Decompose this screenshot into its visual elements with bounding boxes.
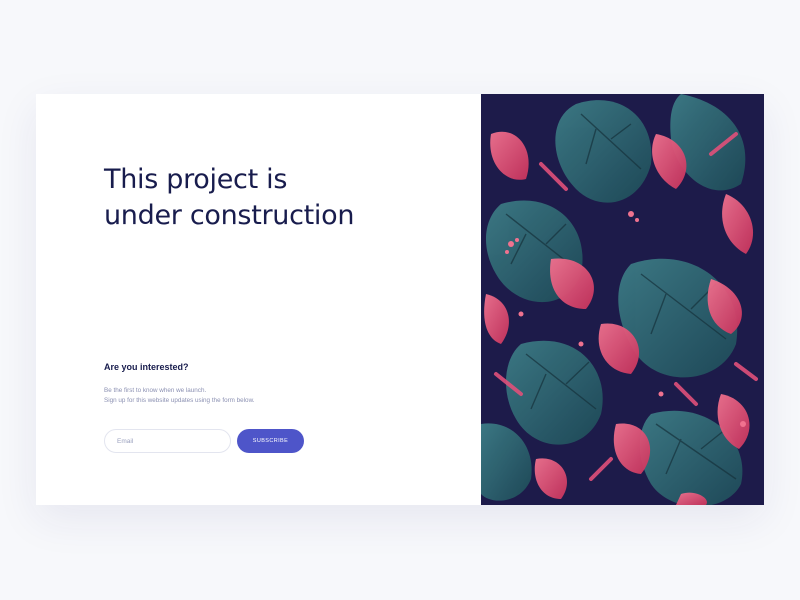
email-input[interactable] <box>104 429 231 453</box>
tropical-leaf-pattern-icon <box>481 94 764 505</box>
tropical-leaf-artwork <box>481 94 764 505</box>
signup-title: Are you interested? <box>104 362 189 372</box>
title-line-1: This project is <box>104 164 288 195</box>
description-line-1: Be the first to know when we launch. <box>104 387 207 394</box>
title-line-2: under construction <box>104 200 355 231</box>
coming-soon-card: This project is under construction Are y… <box>36 94 764 505</box>
content-panel: This project is under construction Are y… <box>36 94 481 505</box>
page-title: This project is under construction <box>104 162 354 234</box>
subscribe-button[interactable]: SUBSCRIBE <box>237 429 304 453</box>
description-line-2: Sign up for this website updates using t… <box>104 397 255 404</box>
signup-description: Be the first to know when we launch. Sig… <box>104 386 255 406</box>
